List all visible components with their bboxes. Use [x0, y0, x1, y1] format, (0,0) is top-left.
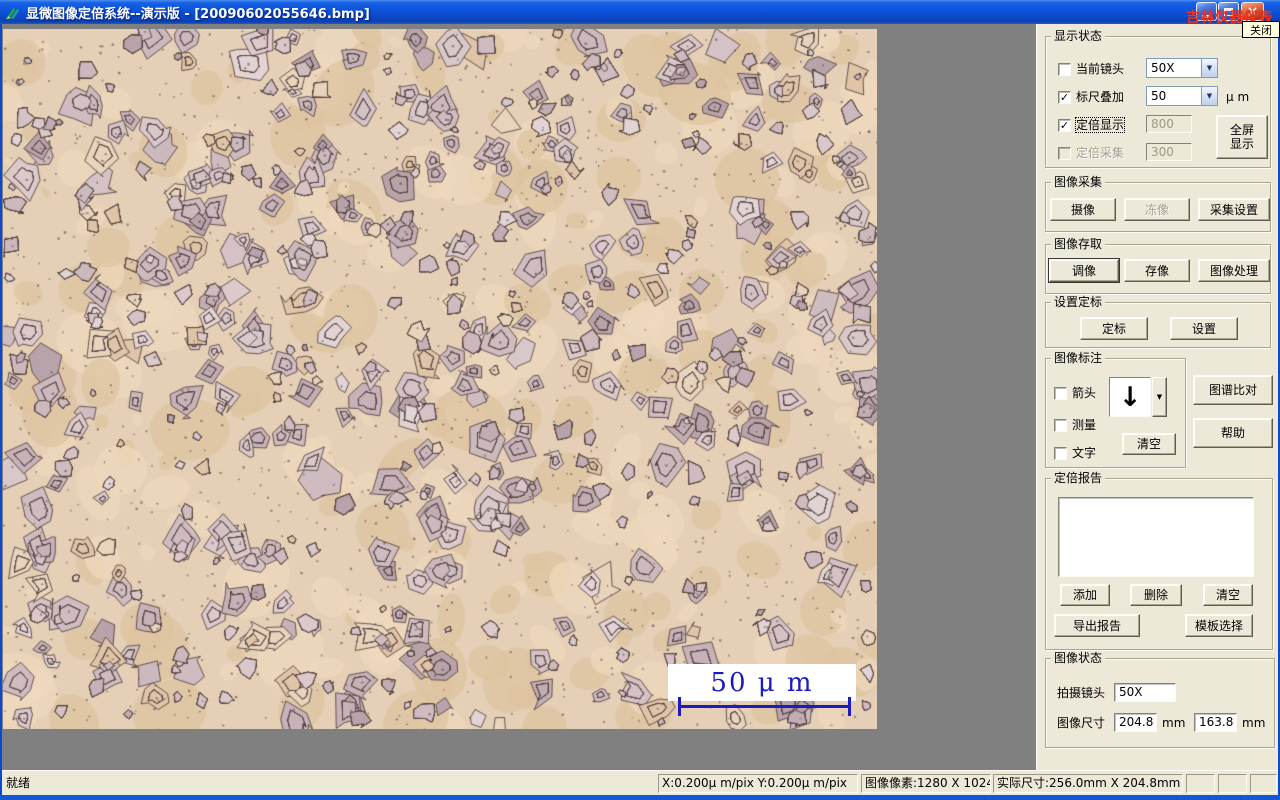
load-image-button[interactable]: 调像	[1048, 258, 1120, 283]
zoom-capture-checkbox	[1058, 147, 1071, 160]
image-width-value[interactable]: 204.8	[1114, 713, 1157, 732]
arrow-checkbox[interactable]	[1054, 387, 1067, 400]
image-width-unit: mm	[1162, 716, 1186, 730]
save-image-button[interactable]: 存像	[1124, 259, 1190, 282]
measure-label: 测量	[1072, 418, 1097, 432]
microscope-image[interactable]	[3, 29, 877, 729]
current-lens-dropdown-icon[interactable]: ▼	[1201, 59, 1217, 77]
template-select-button[interactable]: 模板选择	[1185, 614, 1253, 637]
ruler-unit-label: μ m	[1226, 90, 1250, 104]
capture-lens-value[interactable]: 50X	[1114, 683, 1176, 702]
arrow-style-preview[interactable]: ↓	[1109, 377, 1151, 417]
report-delete-button[interactable]: 删除	[1130, 584, 1182, 606]
help-button[interactable]: 帮助	[1193, 418, 1273, 448]
clear-annotations-button[interactable]: 清空	[1122, 433, 1176, 455]
group-image-status: 图像状态 拍摄镜头 50X 图像尺寸 204.8 mm 163.8 mm	[1045, 651, 1275, 748]
image-height-value[interactable]: 163.8	[1194, 713, 1237, 732]
scale-bar-line	[680, 705, 850, 708]
status-ready: 就绪	[6, 776, 31, 790]
statusbar-panel-empty-1	[1186, 774, 1215, 793]
check-icon: ✓	[1059, 119, 1070, 132]
zoom-display-label: 定倍显示	[1074, 117, 1126, 133]
group-title-image-capture: 图像采集	[1051, 175, 1106, 189]
current-lens-checkbox[interactable]	[1058, 63, 1071, 76]
ruler-dropdown-icon[interactable]: ▼	[1201, 87, 1217, 105]
group-display-status: 显示状态 当前镜头 50X ▼ ✓ 标尺叠加 50 ▼ μ m ✓ 定倍显示 8…	[1045, 29, 1271, 168]
scale-bar-label: 50 μ m	[710, 667, 814, 698]
statusbar-panel-empty-3	[1250, 774, 1277, 793]
statusbar-panel-empty-2	[1218, 774, 1247, 793]
freeze-button: 冻像	[1124, 198, 1190, 221]
scale-bar: 50 μ m	[668, 664, 856, 701]
arrow-down-icon: ↓	[1118, 381, 1142, 413]
calibration-settings-button[interactable]: 设置	[1170, 317, 1238, 340]
text-label: 文字	[1072, 446, 1097, 460]
window-title: 显微图像定倍系统--演示版 - [20090602055646.bmp]	[26, 6, 370, 22]
status-pixels: 图像像素:1280 X 1024	[861, 774, 991, 793]
ruler-value: 50	[1151, 89, 1167, 103]
arrow-style-dropdown-button[interactable]: ▼	[1152, 377, 1167, 417]
zoom-display-checkbox[interactable]: ✓	[1058, 119, 1071, 132]
group-image-capture: 图像采集 摄像 冻像 采集设置	[1045, 175, 1271, 232]
scale-bar-tick-left	[678, 697, 681, 716]
status-scale: X:0.200μ m/pix Y:0.200μ m/pix	[658, 774, 858, 793]
close-tooltip: 关闭	[1242, 21, 1280, 38]
report-clear-button[interactable]: 清空	[1203, 584, 1253, 606]
current-lens-value: 50X	[1151, 61, 1175, 75]
group-title-image-storage: 图像存取	[1051, 237, 1106, 251]
image-height-unit: mm	[1242, 716, 1266, 730]
group-title-annotation: 图像标注	[1051, 351, 1106, 365]
group-title-image-status: 图像状态	[1051, 651, 1106, 665]
zoom-capture-input: 300	[1146, 143, 1192, 161]
check-icon: ✓	[1059, 91, 1070, 104]
image-viewport: 50 μ m	[2, 24, 1036, 770]
statusbar: 就绪 X:0.200μ m/pix Y:0.200μ m/pix 图像像素:12…	[2, 770, 1278, 795]
group-annotation: 图像标注 箭头 ↓ ▼ 测量 文字 清空	[1045, 351, 1186, 468]
status-actual-size: 实际尺寸:256.0mm X 204.8mm	[993, 774, 1183, 793]
group-title-report: 定倍报告	[1051, 471, 1106, 485]
image-process-button[interactable]: 图像处理	[1198, 259, 1270, 282]
current-lens-label: 当前镜头	[1076, 62, 1125, 76]
ruler-value-combo[interactable]: 50 ▼	[1146, 86, 1218, 106]
group-calibration: 设置定标 定标 设置	[1045, 295, 1271, 348]
image-size-label: 图像尺寸	[1057, 716, 1106, 730]
ruler-overlay-checkbox[interactable]: ✓	[1058, 91, 1071, 104]
capture-lens-label: 拍摄镜头	[1057, 686, 1106, 700]
shoot-button[interactable]: 摄像	[1050, 198, 1116, 221]
report-listbox[interactable]	[1058, 497, 1254, 577]
calibrate-button[interactable]: 定标	[1080, 317, 1148, 340]
fullscreen-button[interactable]: 全屏 显示	[1216, 115, 1268, 159]
fullscreen-button-line1: 全屏	[1229, 123, 1254, 137]
group-image-storage: 图像存取 调像 存像 图像处理	[1045, 237, 1271, 294]
group-title-display-status: 显示状态	[1051, 29, 1106, 43]
export-report-button[interactable]: 导出报告	[1054, 614, 1140, 637]
dropdown-icon: ▼	[1156, 393, 1163, 401]
scale-bar-tick-right	[848, 697, 851, 716]
group-title-calibration: 设置定标	[1051, 295, 1106, 309]
app-icon	[5, 7, 20, 19]
capture-settings-button[interactable]: 采集设置	[1198, 198, 1270, 221]
zoom-capture-label: 定倍采集	[1076, 146, 1125, 160]
zoom-display-input: 800	[1146, 115, 1192, 133]
arrow-label: 箭头	[1072, 386, 1097, 400]
ruler-overlay-label: 标尺叠加	[1076, 90, 1125, 104]
control-panel: 显示状态 当前镜头 50X ▼ ✓ 标尺叠加 50 ▼ μ m ✓ 定倍显示 8…	[1036, 24, 1278, 770]
titlebar: 显微图像定倍系统--演示版 - [20090602055646.bmp]	[0, 0, 1280, 24]
current-lens-combo[interactable]: 50X ▼	[1146, 58, 1218, 78]
text-checkbox[interactable]	[1054, 447, 1067, 460]
group-report: 定倍报告 添加 删除 清空 导出报告 模板选择	[1045, 471, 1273, 650]
atlas-compare-button[interactable]: 图谱比对	[1193, 375, 1273, 405]
fullscreen-button-line2: 显示	[1229, 137, 1254, 151]
window-border-bottom	[0, 795, 1280, 800]
measure-checkbox[interactable]	[1054, 419, 1067, 432]
report-add-button[interactable]: 添加	[1060, 584, 1110, 606]
